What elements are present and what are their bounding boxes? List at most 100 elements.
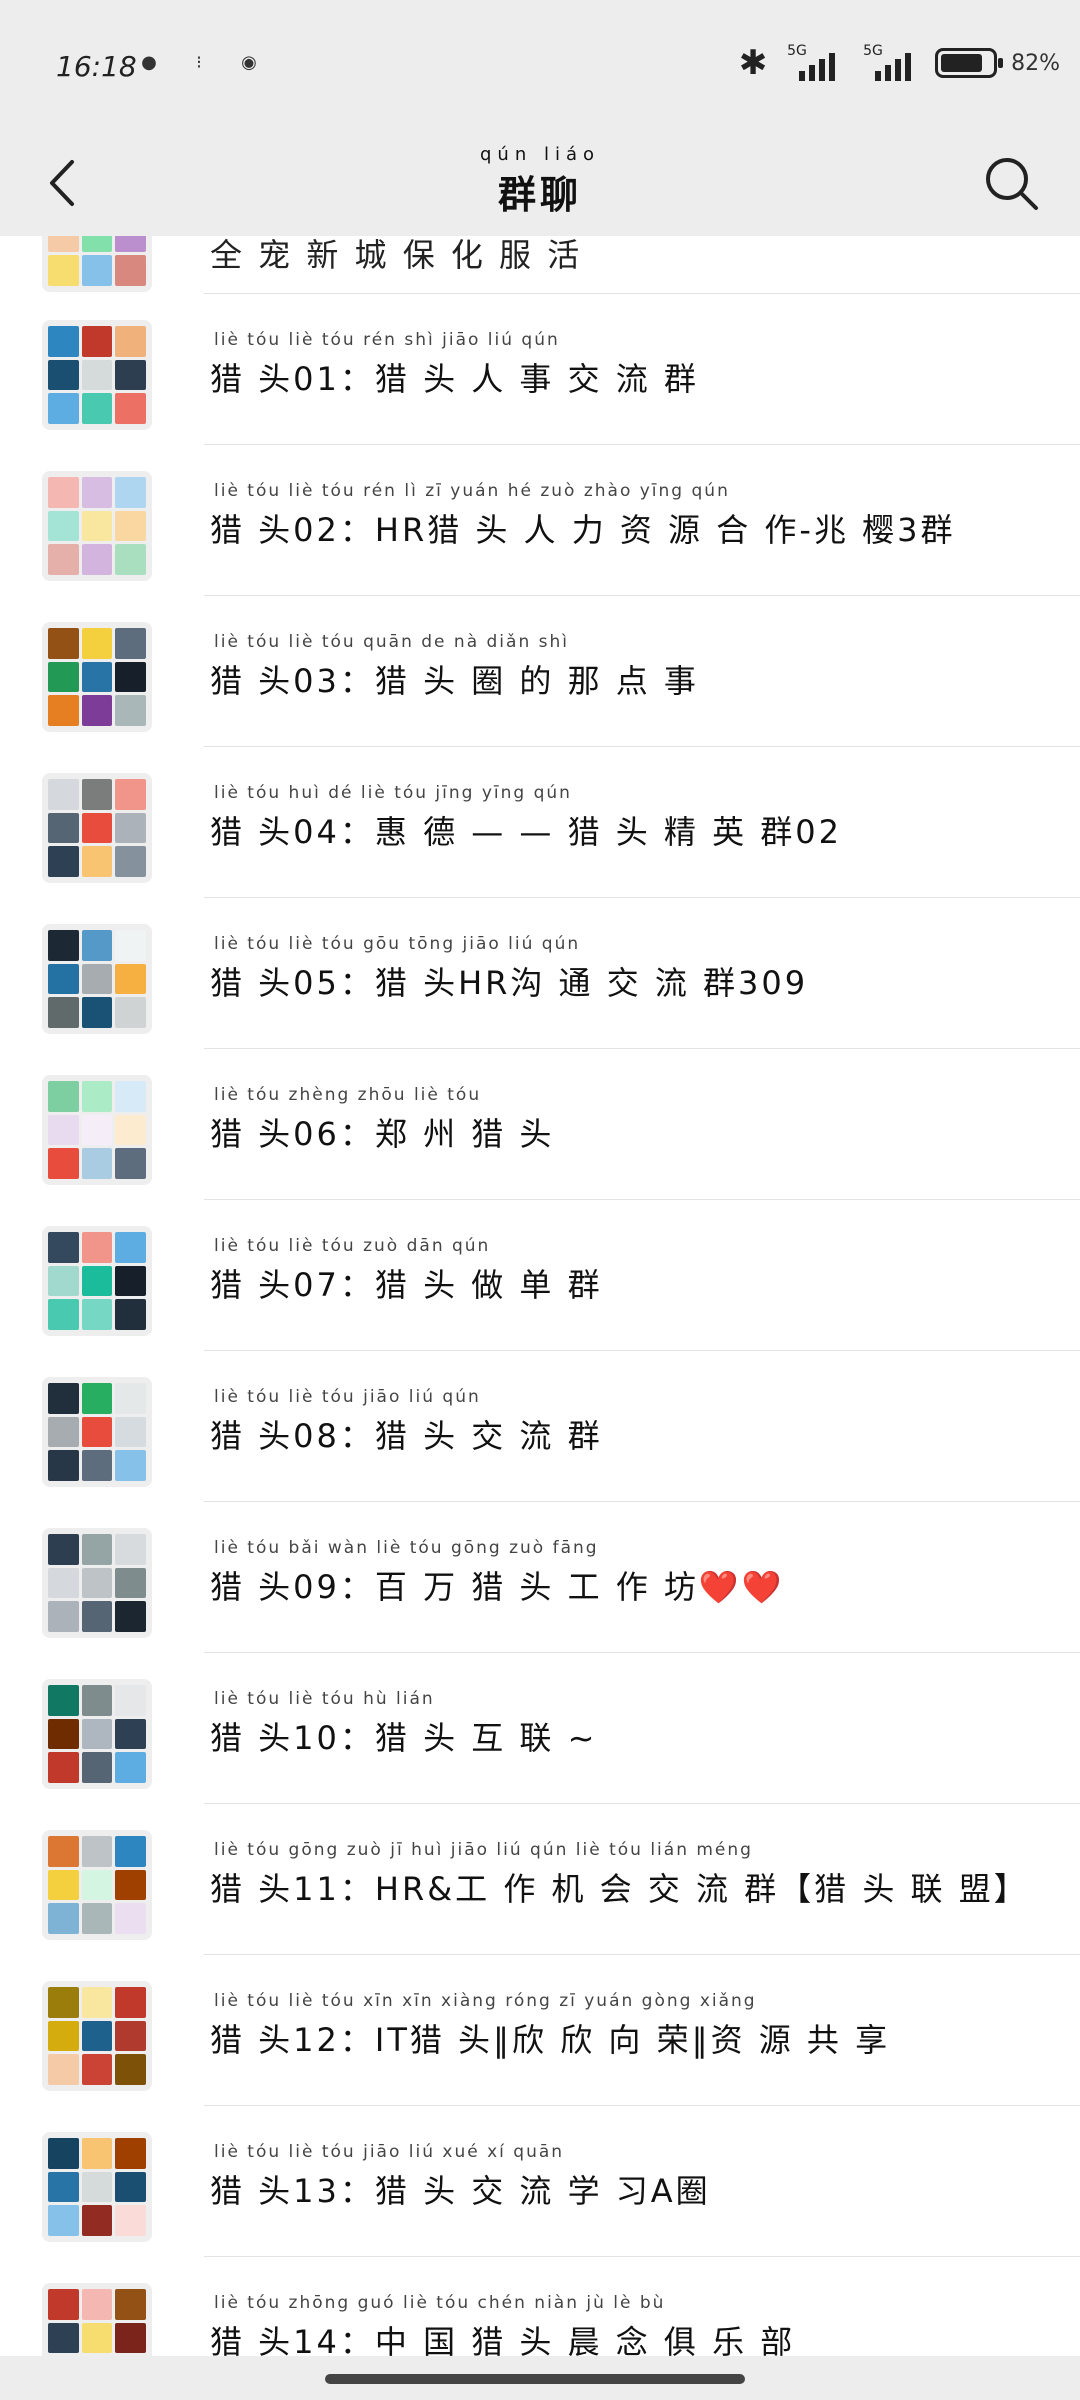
avatar-tile xyxy=(81,1836,113,1867)
group-name-pinyin: liè tóu liè tóu gōu tōng jiāo liú qún xyxy=(214,934,581,954)
avatar-tile xyxy=(115,359,146,391)
group-list-item[interactable]: liè tóu liè tóu jiāo liú qún 猎 头08：猎 头 交 … xyxy=(0,1351,1080,1502)
group-list-item[interactable]: liè tóu liè tóu quān de nà diǎn shì 猎 头03… xyxy=(0,596,1080,747)
group-list-item[interactable]: liè tóu liè tóu rén lì zī yuán hé zuò zh… xyxy=(0,445,1080,596)
avatar-tile xyxy=(81,326,113,357)
group-list-item[interactable]: liè tóu bǎi wàn liè tóu gōng zuò fāng 猎 头… xyxy=(0,1502,1080,1653)
group-avatar xyxy=(42,1981,152,2091)
avatar-tile xyxy=(48,477,79,508)
avatar-tile xyxy=(48,1567,79,1599)
avatar-tile xyxy=(48,1903,79,1934)
group-name-pinyin: liè tóu liè tóu jiāo liú qún xyxy=(214,1387,481,1407)
back-chevron-icon[interactable] xyxy=(30,148,100,218)
avatar-tile xyxy=(115,2054,146,2085)
page-title-text: 群聊 xyxy=(497,173,583,217)
group-list-item[interactable]: liè tóu huì dé liè tóu jīng yīng qún 猎 头0… xyxy=(0,747,1080,898)
group-avatar xyxy=(42,622,152,732)
avatar-tile xyxy=(115,2020,146,2052)
avatar-tile xyxy=(48,236,79,253)
page-title: qún liáo 群聊 xyxy=(480,144,600,219)
avatar-tile xyxy=(48,393,79,424)
avatar-tile xyxy=(115,326,146,357)
avatar-tile xyxy=(81,2289,113,2320)
avatar-tile xyxy=(48,2020,79,2052)
group-name-pinyin: liè tóu zhōng guó liè tóu chén niàn jù l… xyxy=(214,2293,666,2313)
group-list-item[interactable]: 全 宠 新 城 保 化 服 活 xyxy=(0,236,1080,294)
avatar-tile xyxy=(81,477,113,508)
avatar-tile xyxy=(81,930,113,961)
avatar-tile xyxy=(81,628,113,659)
group-list[interactable]: 全 宠 新 城 保 化 服 活 liè tóu liè tóu rén shì j… xyxy=(0,236,1080,2356)
group-name-pinyin: liè tóu zhèng zhōu liè tóu xyxy=(214,1085,482,1105)
avatar-tile xyxy=(81,1718,113,1750)
group-name: 猎 头04：惠 德 — — 猎 头 精 英 群02 xyxy=(210,813,842,851)
status-time: 16:18 xyxy=(56,50,137,83)
avatar-tile xyxy=(48,359,79,391)
avatar-tile xyxy=(81,1383,113,1414)
group-name: 猎 头14：中 国 猎 头 晨 念 俱 乐 部 xyxy=(210,2323,796,2356)
avatar-tile xyxy=(81,1416,113,1448)
avatar-tile xyxy=(115,1534,146,1565)
avatar-tile xyxy=(115,2171,146,2203)
avatar-tile xyxy=(48,1987,79,2018)
avatar-tile xyxy=(48,1299,79,1330)
group-name: 猎 头11：HR&工 作 机 会 交 流 群【猎 头 联 盟】 xyxy=(210,1870,1029,1908)
group-list-item[interactable]: liè tóu gōng zuò jī huì jiāo liú qún liè… xyxy=(0,1804,1080,1955)
avatar-tile xyxy=(115,779,146,810)
avatar-tile xyxy=(81,963,113,995)
group-name-pinyin: liè tóu bǎi wàn liè tóu gōng zuò fāng xyxy=(214,1538,599,1558)
avatar-tile xyxy=(81,1114,113,1146)
signal-icon: 5G xyxy=(783,43,845,83)
avatar-tile xyxy=(48,963,79,995)
avatar-tile xyxy=(115,1903,146,1934)
group-name: 猎 头02：HR猎 头 人 力 资 源 合 作-兆 樱3群 xyxy=(210,511,956,549)
search-icon[interactable] xyxy=(976,148,1046,218)
avatar-tile xyxy=(115,1836,146,1867)
group-list-item[interactable]: liè tóu liè tóu zuò dān qún 猎 头07：猎 头 做 单… xyxy=(0,1200,1080,1351)
avatar-tile xyxy=(115,1685,146,1716)
group-avatar xyxy=(42,2132,152,2242)
group-list-item[interactable]: liè tóu zhōng guó liè tóu chén niàn jù l… xyxy=(0,2257,1080,2356)
avatar-tile xyxy=(48,2289,79,2320)
group-avatar xyxy=(42,236,152,292)
avatar-tile xyxy=(115,661,146,693)
home-indicator[interactable] xyxy=(325,2374,745,2384)
status-bar: 16:18 ● ⁝ ◉ ✱ 5G 5G 82% xyxy=(0,0,1080,130)
avatar-tile xyxy=(48,1601,79,1632)
avatar-tile xyxy=(115,1383,146,1414)
group-list-item[interactable]: liè tóu zhèng zhōu liè tóu 猎 头06：郑 州 猎 头 xyxy=(0,1049,1080,1200)
avatar-tile xyxy=(81,1869,113,1901)
battery-icon xyxy=(935,48,1004,78)
avatar-tile xyxy=(115,1987,146,2018)
avatar-tile xyxy=(48,812,79,844)
group-list-item[interactable]: liè tóu liè tóu xīn xīn xiàng róng zī yu… xyxy=(0,1955,1080,2106)
group-name-pinyin: liè tóu liè tóu rén shì jiāo liú qún xyxy=(214,330,560,350)
group-name: 猎 头12：IT猎 头‖欣 欣 向 荣‖资 源 共 享 xyxy=(210,2021,891,2059)
group-name-pinyin: liè tóu liè tóu jiāo liú xué xí quān xyxy=(214,2142,565,2162)
avatar-tile xyxy=(48,1869,79,1901)
avatar-tile xyxy=(115,997,146,1028)
avatar-tile xyxy=(115,1567,146,1599)
avatar-tile xyxy=(48,846,79,877)
avatar-tile xyxy=(81,2020,113,2052)
group-list-item[interactable]: liè tóu liè tóu jiāo liú xué xí quān 猎 头1… xyxy=(0,2106,1080,2257)
avatar-tile xyxy=(115,1450,146,1481)
nav-bar: qún liáo 群聊 xyxy=(0,130,1080,236)
group-list-item[interactable]: liè tóu liè tóu hù lián 猎 头10：猎 头 互 联 ~ xyxy=(0,1653,1080,1804)
avatar-tile xyxy=(115,1869,146,1901)
avatar-tile xyxy=(115,1081,146,1112)
group-list-item[interactable]: liè tóu liè tóu rén shì jiāo liú qún 猎 头0… xyxy=(0,294,1080,445)
notification-icon: ⁝ xyxy=(196,52,202,73)
avatar-tile xyxy=(115,695,146,726)
group-name-pinyin: liè tóu liè tóu hù lián xyxy=(214,1689,435,1709)
avatar-tile xyxy=(81,1081,113,1112)
group-avatar xyxy=(42,773,152,883)
group-avatar xyxy=(42,1377,152,1487)
avatar-tile xyxy=(48,1450,79,1481)
avatar-tile xyxy=(81,1299,113,1330)
group-list-item[interactable]: liè tóu liè tóu gōu tōng jiāo liú qún 猎 头… xyxy=(0,898,1080,1049)
avatar-tile xyxy=(81,1903,113,1934)
avatar-tile xyxy=(81,2322,113,2354)
group-name: 猎 头10：猎 头 互 联 ~ xyxy=(210,1719,598,1757)
avatar-tile xyxy=(115,393,146,424)
